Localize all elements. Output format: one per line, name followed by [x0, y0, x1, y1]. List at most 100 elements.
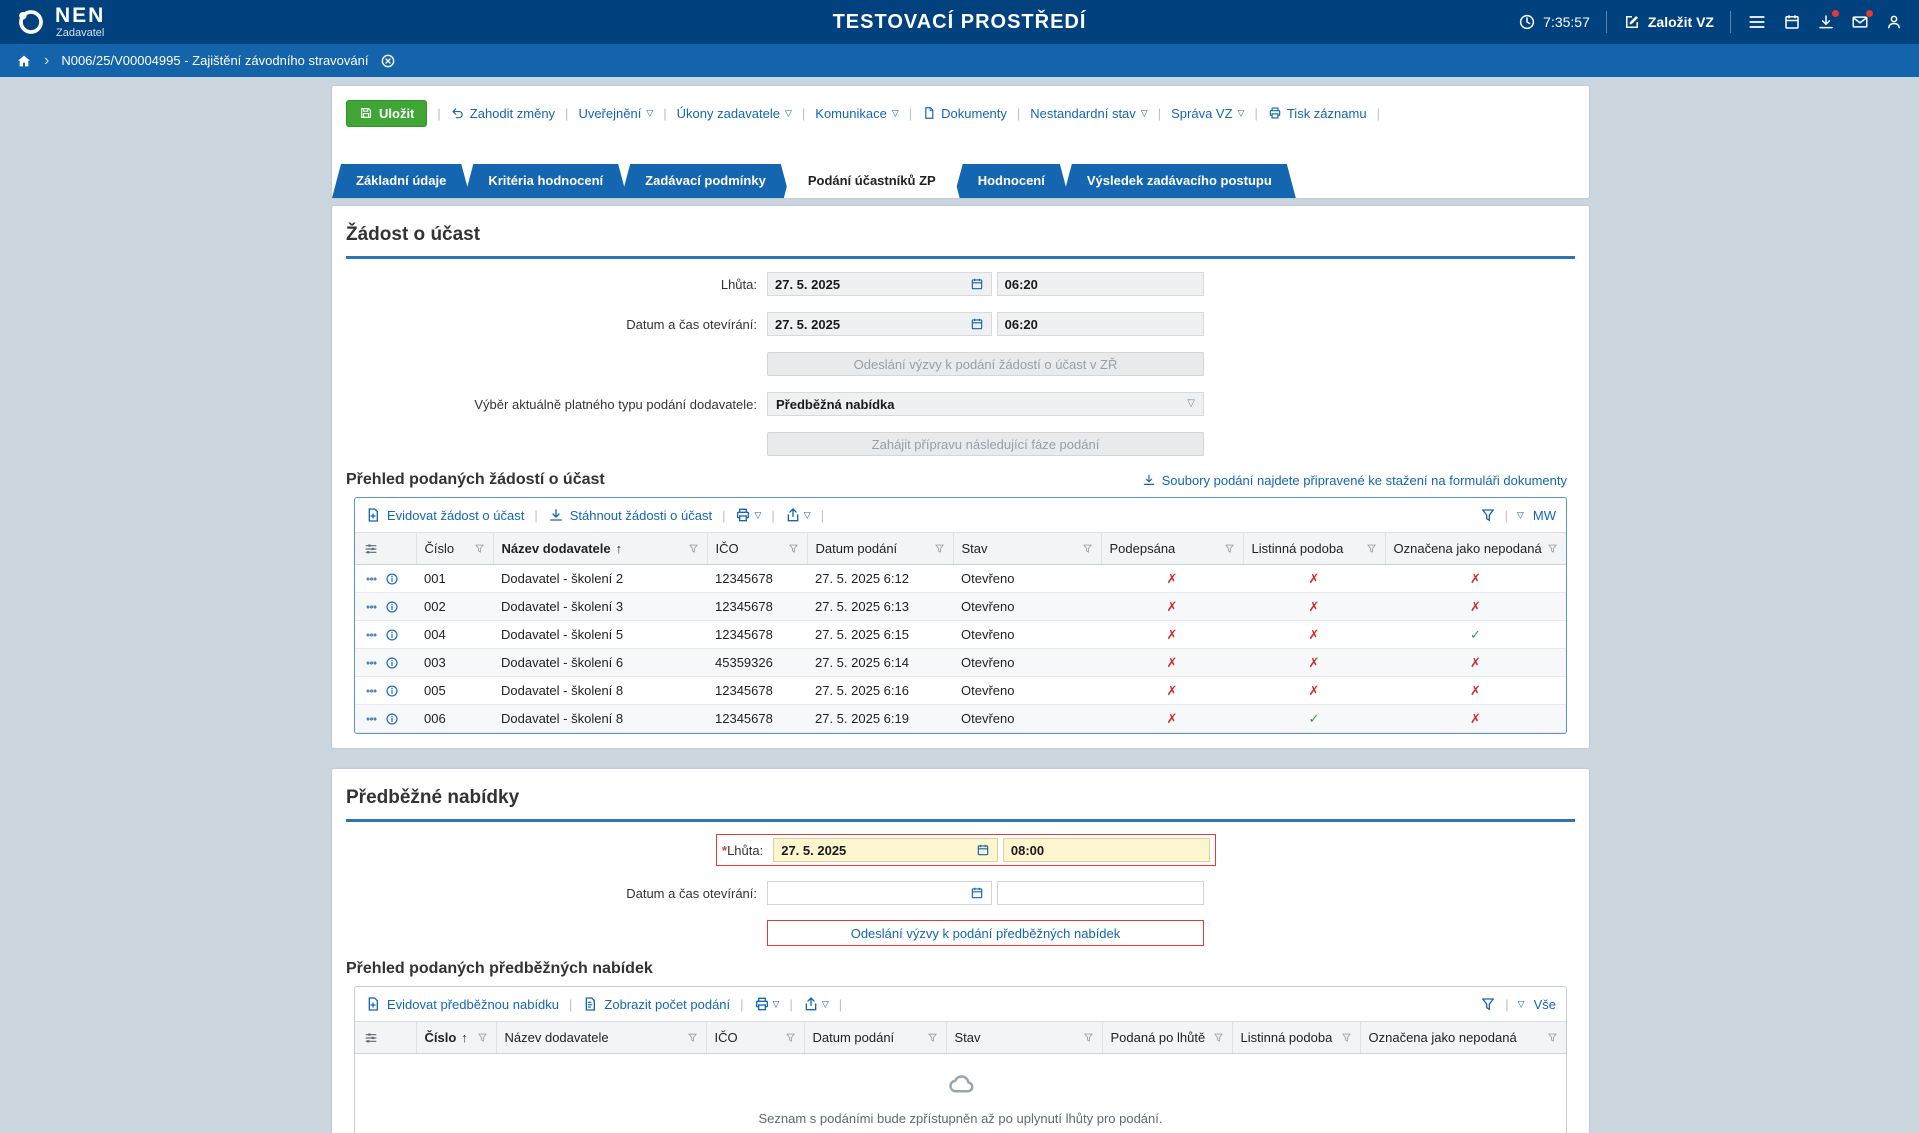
calendar-icon[interactable] [970, 886, 984, 900]
info-icon[interactable] [385, 628, 399, 642]
close-record-button[interactable] [380, 53, 396, 69]
submission-files-link[interactable]: Soubory podání najdete připravené ke sta… [1142, 473, 1567, 488]
column-podana-po-lhute[interactable]: Podaná po lhůtě [1102, 1022, 1232, 1054]
toolbar-item-discard-changes[interactable]: Zahodit změny [451, 106, 555, 121]
info-icon[interactable] [385, 684, 399, 698]
row-actions-icon[interactable] [363, 629, 380, 641]
column-filter-icon[interactable] [1083, 1032, 1094, 1043]
grid-view-label[interactable]: Vše [1534, 997, 1556, 1012]
calendar-button[interactable] [1783, 13, 1801, 31]
info-icon[interactable] [385, 572, 399, 586]
column-settings-icon[interactable] [363, 1030, 379, 1046]
export-grid-button[interactable]: ▽ [803, 996, 829, 1012]
toolbar-item-communication[interactable]: Komunikace▽ [815, 106, 898, 121]
column-listinna-podoba[interactable]: Listinná podoba [1243, 533, 1385, 565]
send-request-invitation-button[interactable]: Odeslání výzvy k podání žádostí o účast … [767, 352, 1204, 376]
info-icon[interactable] [385, 600, 399, 614]
create-vz-button[interactable]: Založit VZ [1623, 13, 1714, 31]
column-filter-icon[interactable] [1213, 1032, 1224, 1043]
menu-button[interactable] [1747, 12, 1767, 32]
column-stav[interactable]: Stav [946, 1022, 1102, 1054]
column-nazev-dodavatele[interactable]: Název dodavatele [496, 1022, 706, 1054]
calendar-icon[interactable] [970, 277, 984, 291]
opening-date-input[interactable] [767, 881, 992, 905]
messages-button[interactable] [1851, 13, 1869, 31]
print-grid-button[interactable]: ▽ [735, 507, 761, 523]
column-filter-icon[interactable] [927, 1032, 938, 1043]
tab-podani-ucastniku-zp[interactable]: Podání účastníků ZP [784, 164, 960, 198]
column-nazev-dodavatele[interactable]: Název dodavatele↑ [493, 533, 707, 565]
column-filter-icon[interactable] [1547, 543, 1558, 554]
column-filter-icon[interactable] [785, 1032, 796, 1043]
grid-view-label[interactable]: MW [1533, 508, 1556, 523]
column-settings-icon[interactable] [363, 541, 379, 557]
column-cislo[interactable]: Číslo [416, 533, 493, 565]
toolbar-item-print-record[interactable]: Tisk záznamu [1268, 106, 1367, 121]
column-settings-header[interactable] [355, 533, 416, 565]
column-filter-icon[interactable] [1547, 1032, 1558, 1043]
calendar-icon[interactable] [970, 317, 984, 331]
toolbar-item-contracting-actions[interactable]: Úkony zadavatele▽ [677, 106, 792, 121]
column-filter-icon[interactable] [1341, 1032, 1352, 1043]
row-actions-icon[interactable] [363, 657, 380, 669]
column-ico[interactable]: IČO [706, 1022, 804, 1054]
show-submission-count-button[interactable]: Zobrazit počet podání [582, 996, 730, 1012]
table-row[interactable]: 001 Dodavatel - školení 2 12345678 27. 5… [355, 565, 1566, 593]
column-oznacena-jako-nepodana[interactable]: Označena jako nepodaná [1385, 533, 1566, 565]
column-filter-icon[interactable] [1366, 543, 1377, 554]
toolbar-item-publication[interactable]: Uveřejnění▽ [578, 106, 653, 121]
column-datum-podani[interactable]: Datum podání [804, 1022, 946, 1054]
column-datum-podani[interactable]: Datum podání [807, 533, 953, 565]
register-preliminary-offer-button[interactable]: Evidovat předběžnou nabídku [365, 996, 559, 1012]
column-filter-icon[interactable] [477, 1032, 488, 1043]
filter-icon[interactable] [1480, 996, 1496, 1012]
deadline-date-input[interactable]: 27. 5. 2025 [767, 272, 992, 296]
chevron-down-icon[interactable]: ▽ [1518, 1000, 1525, 1009]
deadline-time-input[interactable]: 08:00 [1003, 838, 1210, 862]
row-actions-icon[interactable] [363, 713, 380, 725]
save-button[interactable]: Uložit [346, 100, 427, 127]
start-next-phase-button[interactable]: Zahájit přípravu následující fáze podání [767, 432, 1204, 456]
column-cislo[interactable]: Číslo↑ [416, 1022, 496, 1054]
opening-date-input[interactable]: 27. 5. 2025 [767, 312, 992, 336]
filter-icon[interactable] [1480, 507, 1496, 523]
info-icon[interactable] [385, 712, 399, 726]
downloads-button[interactable] [1817, 13, 1835, 31]
toolbar-item-documents[interactable]: Dokumenty [922, 106, 1007, 121]
send-preliminary-invitation-button[interactable]: Odeslání výzvy k podání předběžných nabí… [767, 920, 1204, 946]
tab-hodnoceni[interactable]: Hodnocení [954, 164, 1069, 198]
column-filter-icon[interactable] [688, 543, 699, 554]
table-row[interactable]: 002 Dodavatel - školení 3 12345678 27. 5… [355, 593, 1566, 621]
row-actions-icon[interactable] [363, 601, 380, 613]
tab-vysledek-zadavaciho-postupu[interactable]: Výsledek zadávacího postupu [1063, 164, 1296, 198]
tab-zakladni-udaje[interactable]: Základní údaje [332, 164, 470, 198]
table-row[interactable]: 005 Dodavatel - školení 8 12345678 27. 5… [355, 677, 1566, 705]
table-row[interactable]: 006 Dodavatel - školení 8 12345678 27. 5… [355, 705, 1566, 733]
column-listinna-podoba[interactable]: Listinná podoba [1232, 1022, 1360, 1054]
home-button[interactable] [16, 53, 32, 69]
column-ico[interactable]: IČO [707, 533, 807, 565]
column-filter-icon[interactable] [1082, 543, 1093, 554]
calendar-icon[interactable] [976, 843, 990, 857]
column-podepsana[interactable]: Podepsána [1101, 533, 1243, 565]
chevron-down-icon[interactable]: ▽ [1517, 511, 1524, 520]
column-settings-header[interactable] [355, 1022, 416, 1054]
column-filter-icon[interactable] [934, 543, 945, 554]
tab-zadavaci-podminky[interactable]: Zadávací podmínky [621, 164, 790, 198]
download-requests-button[interactable]: Stáhnout žádosti o účast [548, 507, 712, 523]
opening-time-input[interactable]: 06:20 [997, 312, 1204, 336]
profile-button[interactable] [1885, 13, 1903, 31]
opening-time-input[interactable] [997, 881, 1204, 905]
register-request-button[interactable]: Evidovat žádost o účast [365, 507, 524, 523]
export-grid-button[interactable]: ▽ [785, 507, 811, 523]
info-icon[interactable] [385, 656, 399, 670]
breadcrumb-item[interactable]: N006/25/V00004995 - Zajištění závodního … [61, 53, 368, 68]
table-row[interactable]: 003 Dodavatel - školení 6 45359326 27. 5… [355, 649, 1566, 677]
deadline-time-input[interactable]: 06:20 [997, 272, 1204, 296]
column-stav[interactable]: Stav [953, 533, 1101, 565]
column-filter-icon[interactable] [687, 1032, 698, 1043]
row-actions-icon[interactable] [363, 685, 380, 697]
column-filter-icon[interactable] [788, 543, 799, 554]
tab-kriteria-hodnoceni[interactable]: Kritéria hodnocení [464, 164, 627, 198]
toolbar-item-nonstandard-state[interactable]: Nestandardní stav▽ [1030, 106, 1147, 121]
